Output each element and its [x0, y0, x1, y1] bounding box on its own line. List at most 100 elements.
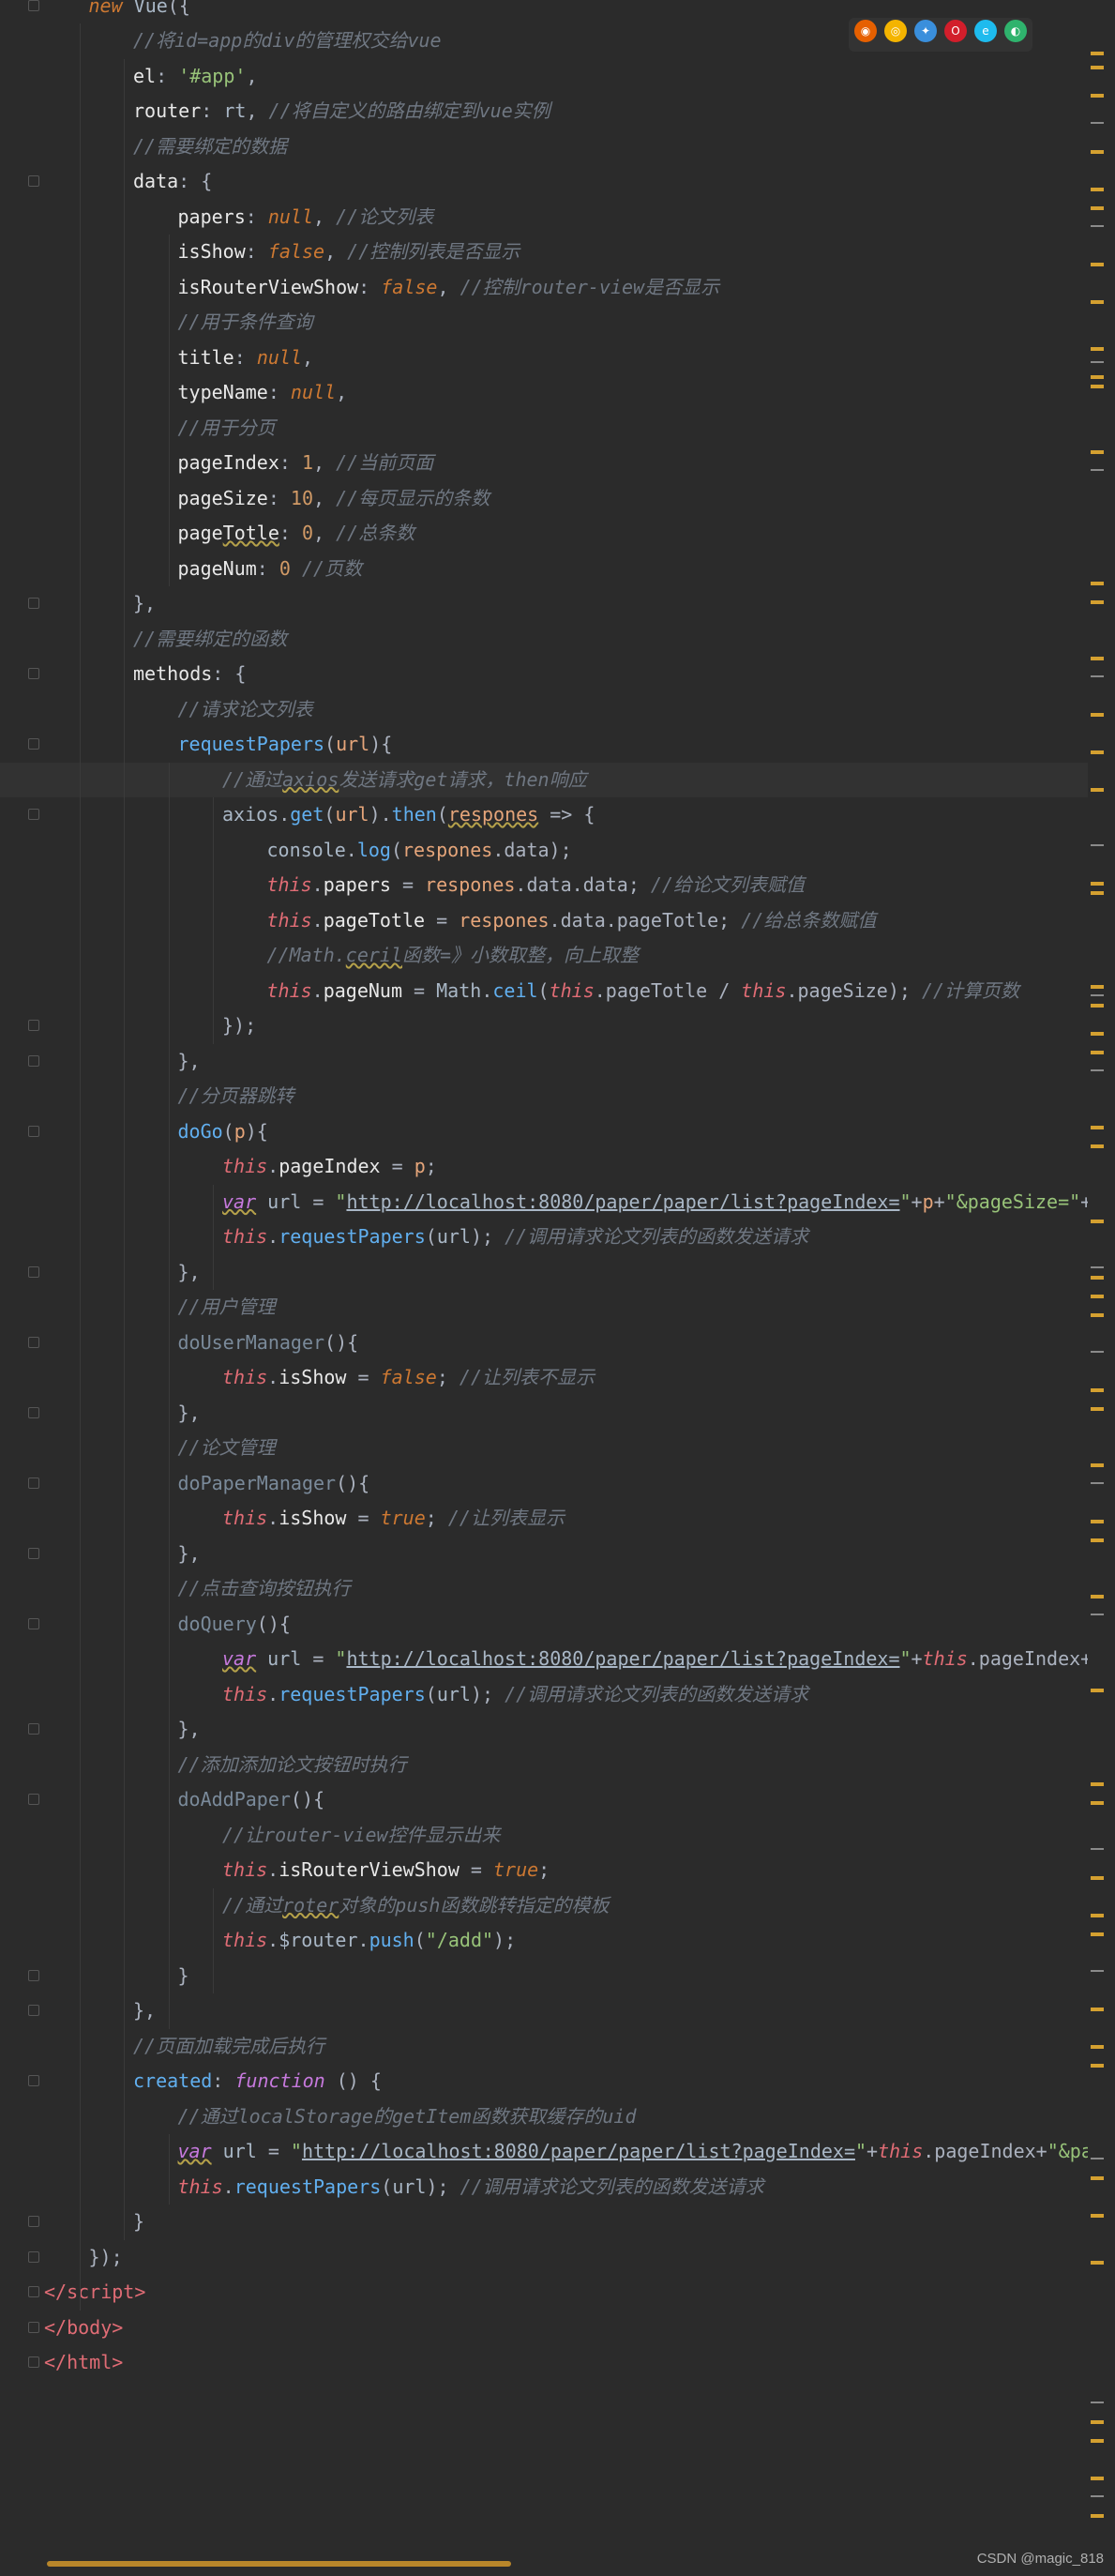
code-line[interactable]: },	[0, 586, 1088, 622]
code-line[interactable]: papers: null, //论文列表	[0, 200, 1088, 235]
code-line[interactable]: //需要绑定的数据	[0, 129, 1088, 165]
code-line[interactable]: title: null,	[0, 341, 1088, 376]
stripe-marker[interactable]	[1091, 1876, 1104, 1880]
stripe-marker[interactable]	[1091, 891, 1104, 895]
stripe-marker[interactable]	[1091, 1069, 1104, 1071]
stripe-marker[interactable]	[1091, 94, 1104, 98]
stripe-marker[interactable]	[1091, 2420, 1104, 2424]
code-line[interactable]: this.$router.push("/add");	[0, 1923, 1088, 1959]
code-line[interactable]: this.pageNum = Math.ceil(this.pageTotle …	[0, 974, 1088, 1009]
code-line[interactable]: pageSize: 10, //每页显示的条数	[0, 481, 1088, 517]
stripe-marker[interactable]	[1091, 66, 1104, 69]
code-line[interactable]: }	[0, 1959, 1088, 1994]
code-line[interactable]: </html>	[0, 2345, 1088, 2381]
stripe-marker[interactable]	[1091, 582, 1104, 585]
stripe-marker[interactable]	[1091, 1266, 1104, 1268]
code-line[interactable]: this.isShow = false; //让列表不显示	[0, 1360, 1088, 1396]
code-line[interactable]: this.isShow = true; //让列表显示	[0, 1501, 1088, 1537]
horizontal-scrollbar-thumb[interactable]	[47, 2561, 511, 2567]
stripe-marker[interactable]	[1091, 1614, 1104, 1615]
stripe-marker[interactable]	[1091, 994, 1104, 996]
stripe-marker[interactable]	[1091, 1782, 1104, 1786]
code-line[interactable]: doQuery(){	[0, 1607, 1088, 1643]
code-line[interactable]: axios.get(url).then(respones => {	[0, 797, 1088, 833]
code-line[interactable]: this.requestPapers(url); //调用请求论文列表的函数发送…	[0, 2170, 1088, 2205]
stripe-marker[interactable]	[1091, 2064, 1104, 2068]
stripe-marker[interactable]	[1091, 985, 1104, 989]
code-area[interactable]: new Vue({//将id=app的div的管理权交给vue el: '#app…	[0, 0, 1088, 2576]
stripe-marker[interactable]	[1091, 188, 1104, 191]
stripe-marker[interactable]	[1091, 844, 1104, 846]
stripe-marker[interactable]	[1091, 300, 1104, 304]
safari-icon[interactable]: ✦	[914, 20, 937, 42]
code-line[interactable]: },	[0, 1993, 1088, 2029]
code-line[interactable]: //用户管理	[0, 1290, 1088, 1326]
stripe-marker[interactable]	[1091, 375, 1104, 379]
horizontal-scrollbar[interactable]	[0, 2556, 1088, 2569]
code-line[interactable]: },	[0, 1537, 1088, 1572]
code-line[interactable]: },	[0, 1255, 1088, 1291]
stripe-marker[interactable]	[1091, 2008, 1104, 2011]
stripe-marker[interactable]	[1091, 150, 1104, 154]
stripe-marker[interactable]	[1091, 1313, 1104, 1317]
code-line[interactable]: //通过roter对象的push函数跳转指定的模板	[0, 1888, 1088, 1924]
stripe-marker[interactable]	[1091, 263, 1104, 266]
stripe-marker[interactable]	[1091, 1538, 1104, 1542]
stripe-marker[interactable]	[1091, 1004, 1104, 1008]
stripe-marker[interactable]	[1091, 1932, 1104, 1936]
stripe-marker[interactable]	[1091, 1388, 1104, 1392]
code-line[interactable]: doGo(p){	[0, 1114, 1088, 1150]
stripe-marker[interactable]	[1091, 1220, 1104, 1223]
code-line[interactable]: isRouterViewShow: false, //控制router-view…	[0, 270, 1088, 306]
stripe-marker[interactable]	[1091, 675, 1104, 677]
code-line[interactable]: </script>	[0, 2275, 1088, 2311]
stripe-marker[interactable]	[1091, 206, 1104, 210]
stripe-marker[interactable]	[1091, 1520, 1104, 1523]
stripe-marker[interactable]	[1091, 657, 1104, 660]
stripe-marker[interactable]	[1091, 1970, 1104, 1972]
stripe-marker[interactable]	[1091, 713, 1104, 717]
code-line[interactable]: doUserManager(){	[0, 1326, 1088, 1361]
opera-icon[interactable]: O	[944, 20, 967, 42]
code-line[interactable]: pageTotle: 0, //总条数	[0, 516, 1088, 552]
edge-icon[interactable]: ◐	[1004, 20, 1027, 42]
code-line[interactable]: });	[0, 1008, 1088, 1044]
code-line[interactable]: pageNum: 0 //页数	[0, 552, 1088, 587]
code-line[interactable]: typeName: null,	[0, 375, 1088, 411]
code-line[interactable]: //点击查询按钮执行	[0, 1571, 1088, 1607]
code-line[interactable]: //通过localStorage的getItem函数获取缓存的uid	[0, 2099, 1088, 2135]
stripe-marker[interactable]	[1091, 361, 1104, 363]
code-line[interactable]: //用于条件查询	[0, 305, 1088, 341]
stripe-marker[interactable]	[1091, 469, 1104, 471]
stripe-marker[interactable]	[1091, 1689, 1104, 1692]
firefox-icon[interactable]: ◉	[854, 20, 877, 42]
stripe-marker[interactable]	[1091, 1407, 1104, 1411]
ie-icon[interactable]: e	[974, 20, 997, 42]
code-line[interactable]: //添加添加论文按钮时执行	[0, 1748, 1088, 1783]
stripe-marker[interactable]	[1091, 1914, 1104, 1917]
stripe-marker[interactable]	[1091, 1051, 1104, 1054]
stripe-marker[interactable]	[1091, 1144, 1104, 1148]
code-line[interactable]: console.log(respones.data);	[0, 833, 1088, 869]
stripe-marker[interactable]	[1091, 2402, 1104, 2403]
code-line[interactable]: });	[0, 2240, 1088, 2276]
stripe-marker[interactable]	[1091, 2495, 1104, 2497]
code-line[interactable]: router: rt, //将自定义的路由绑定到vue实例	[0, 94, 1088, 129]
stripe-marker[interactable]	[1091, 2477, 1104, 2480]
stripe-marker[interactable]	[1091, 2045, 1104, 2049]
code-line[interactable]: //Math.ceril函数=》小数取整，向上取整	[0, 938, 1088, 974]
stripe-marker[interactable]	[1091, 2261, 1104, 2265]
stripe-marker[interactable]	[1091, 750, 1104, 754]
code-line[interactable]: var url = "http://localhost:8080/paper/p…	[0, 1642, 1088, 1677]
stripe-marker[interactable]	[1091, 788, 1104, 792]
code-line[interactable]: requestPapers(url){	[0, 727, 1088, 763]
stripe-marker[interactable]	[1091, 1848, 1104, 1850]
code-line[interactable]: //论文管理	[0, 1431, 1088, 1466]
stripe-marker[interactable]	[1091, 1276, 1104, 1280]
stripe-marker[interactable]	[1091, 122, 1104, 124]
code-line[interactable]: this.pageIndex = p;	[0, 1149, 1088, 1185]
error-stripe[interactable]	[1088, 0, 1115, 2576]
stripe-marker[interactable]	[1091, 1801, 1104, 1805]
code-line[interactable]: },	[0, 1712, 1088, 1748]
code-line[interactable]: },	[0, 1044, 1088, 1080]
